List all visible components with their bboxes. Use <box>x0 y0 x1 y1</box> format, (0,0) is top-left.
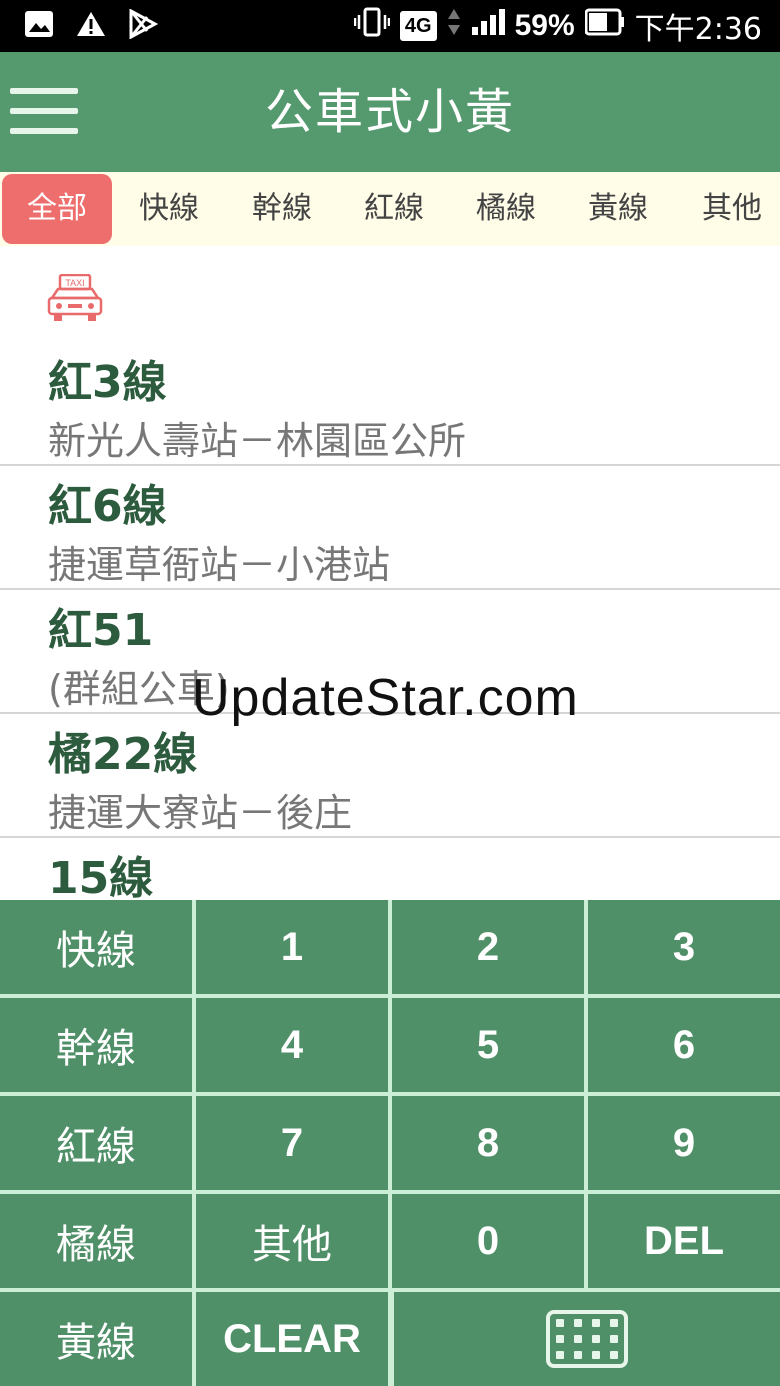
status-bar: 4G 59% 下午2:36 <box>0 0 780 52</box>
key-other[interactable]: 其他 <box>196 1194 388 1288</box>
app-title: 公車式小黃 <box>264 84 515 140</box>
battery-icon <box>584 8 625 44</box>
key-trunk[interactable]: 幹線 <box>0 998 192 1092</box>
play-store-icon <box>128 8 159 43</box>
route-description: 新光人壽站－林園區公所 <box>48 419 467 463</box>
clear-key[interactable]: CLEAR <box>196 1292 388 1386</box>
key-red[interactable]: 紅線 <box>0 1096 192 1190</box>
key-1[interactable]: 1 <box>196 900 388 994</box>
battery-percent: 59% <box>514 9 575 42</box>
delete-key[interactable]: DEL <box>588 1194 780 1288</box>
route-name: 紅6線 <box>48 481 167 532</box>
tab-trunk[interactable]: 幹線 <box>226 174 338 244</box>
route-name: 紅51 <box>48 605 154 656</box>
route-filter-tabs: 全部 快線 幹線 紅線 橘線 黃線 其他 <box>0 172 780 246</box>
key-9[interactable]: 9 <box>588 1096 780 1190</box>
route-name: 紅3線 <box>48 357 167 408</box>
vibrate-icon <box>353 7 391 45</box>
route-name: 15線 <box>48 853 154 900</box>
watermark: UpdateStar.com <box>192 669 579 727</box>
key-8[interactable]: 8 <box>392 1096 584 1190</box>
key-yellow[interactable]: 黃線 <box>0 1292 192 1386</box>
tab-all[interactable]: 全部 <box>2 174 112 244</box>
tab-red[interactable]: 紅線 <box>338 174 450 244</box>
clock: 下午2:36 <box>634 12 762 47</box>
key-7[interactable]: 7 <box>196 1096 388 1190</box>
tab-express[interactable]: 快線 <box>114 174 224 244</box>
list-item[interactable]: 15線 <box>0 838 780 900</box>
tab-other[interactable]: 其他 <box>676 174 780 244</box>
app-bar: 公車式小黃 <box>0 52 780 172</box>
route-name: 橘22線 <box>48 729 198 780</box>
svg-text:TAXI: TAXI <box>65 278 84 288</box>
warning-icon <box>76 10 106 42</box>
key-0[interactable]: 0 <box>392 1194 584 1288</box>
key-4[interactable]: 4 <box>196 998 388 1092</box>
route-list: TAXI 紅3線 新光人壽站－林園區公所 紅6線 捷運草衙站－小港站 紅51 (… <box>0 246 780 900</box>
key-orange[interactable]: 橘線 <box>0 1194 192 1288</box>
taxi-icon: TAXI <box>46 273 104 324</box>
image-icon <box>24 10 54 42</box>
tab-orange[interactable]: 橘線 <box>450 174 562 244</box>
signal-icon <box>471 7 505 45</box>
key-6[interactable]: 6 <box>588 998 780 1092</box>
keyboard-icon <box>546 1310 628 1368</box>
key-2[interactable]: 2 <box>392 900 584 994</box>
list-item[interactable]: 橘22線 捷運大寮站－後庄 <box>0 714 780 838</box>
key-3[interactable]: 3 <box>588 900 780 994</box>
tab-yellow[interactable]: 黃線 <box>562 174 674 244</box>
route-description: 捷運大寮站－後庄 <box>48 791 353 835</box>
route-keypad: 快線 1 2 3 幹線 4 5 6 紅線 7 8 9 橘線 其他 0 DEL 黃… <box>0 900 780 1386</box>
key-5[interactable]: 5 <box>392 998 584 1092</box>
list-item[interactable]: 紅6線 捷運草衙站－小港站 <box>0 466 780 590</box>
keyboard-toggle-button[interactable] <box>394 1292 780 1386</box>
data-arrows-icon <box>447 7 461 45</box>
list-item[interactable]: 紅3線 新光人壽站－林園區公所 <box>0 340 780 466</box>
route-description: 捷運草衙站－小港站 <box>48 543 391 587</box>
network-type-badge: 4G <box>399 11 437 41</box>
key-express[interactable]: 快線 <box>0 900 192 994</box>
